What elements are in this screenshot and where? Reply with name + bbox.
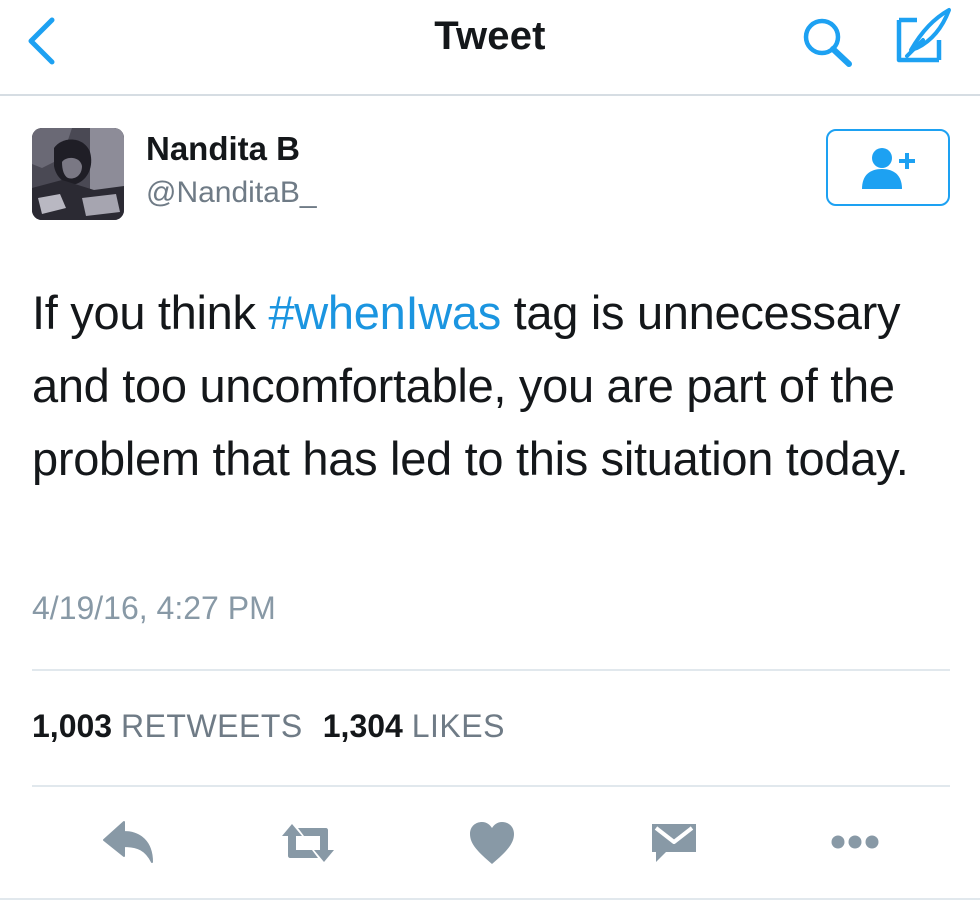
author-handle[interactable]: @NanditaB_ — [146, 176, 317, 210]
like-icon[interactable] — [462, 818, 522, 868]
more-icon[interactable] — [826, 818, 886, 868]
navigation-bar: Tweet — [0, 0, 980, 96]
search-icon[interactable] — [800, 16, 856, 68]
follow-button[interactable] — [826, 129, 950, 206]
direct-message-icon[interactable] — [646, 818, 706, 868]
tweet-text: If you think #whenIwas tag is unnecessar… — [32, 276, 952, 495]
compose-icon[interactable] — [893, 6, 953, 66]
add-user-icon — [862, 148, 915, 189]
retweets-label[interactable]: RETWEETS — [121, 708, 303, 744]
author-name[interactable]: Nandita B — [146, 130, 300, 168]
tweet-timestamp: 4/19/16, 4:27 PM — [32, 590, 276, 626]
likes-count[interactable]: 1,304 — [323, 708, 403, 744]
divider — [32, 785, 950, 787]
divider — [32, 669, 950, 671]
retweets-count[interactable]: 1,003 — [32, 708, 112, 744]
hashtag-link[interactable]: #whenIwas — [268, 286, 501, 339]
tweet-stats: 1,003 RETWEETS 1,304 LIKES — [32, 708, 505, 745]
tweet-text-start: If you think — [32, 286, 269, 339]
avatar[interactable] — [32, 128, 124, 220]
reply-icon[interactable] — [100, 818, 160, 868]
divider — [0, 898, 980, 900]
likes-label[interactable]: LIKES — [412, 708, 505, 744]
retweet-icon[interactable] — [278, 818, 338, 868]
